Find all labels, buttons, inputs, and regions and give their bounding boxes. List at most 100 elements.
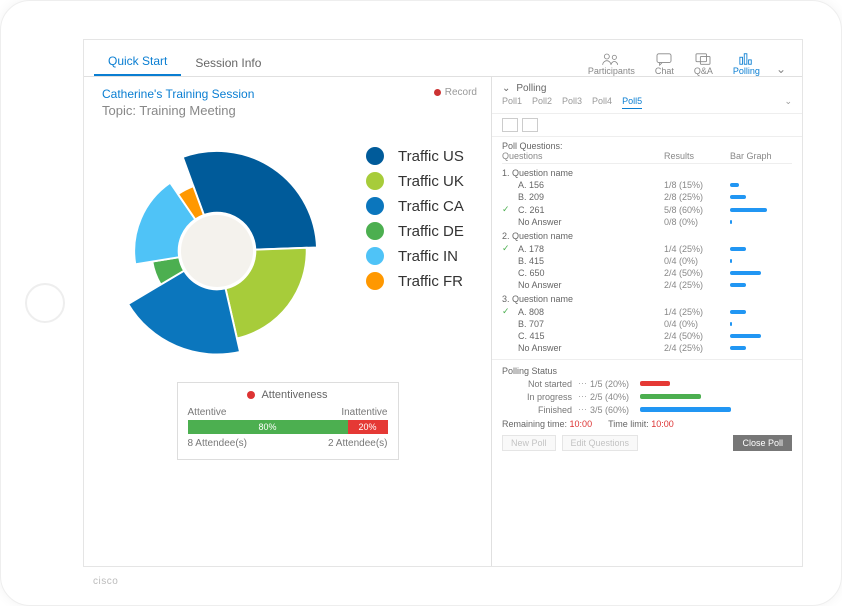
poll-answer-row: A. 1561/8 (15%) <box>502 180 792 190</box>
attentiveness-bar: 80% 20% <box>188 420 388 434</box>
answer-label: No Answer <box>512 280 664 290</box>
attentiveness-panel: Attentiveness AttentiveInattentive 80% 2… <box>177 382 399 460</box>
answer-bar <box>730 220 792 224</box>
status-label: Finished <box>502 405 578 415</box>
screen: Quick Start Session Info Participants Ch… <box>83 39 803 567</box>
tool-chat[interactable]: Chat <box>645 52 684 76</box>
answer-label: A. 178 <box>512 244 664 254</box>
answer-label: No Answer <box>512 217 664 227</box>
answer-check-icon: ✓ <box>502 204 512 215</box>
close-poll-button[interactable]: Close Poll <box>733 435 792 451</box>
poll-answer-row: C. 4152/4 (50%) <box>502 331 792 341</box>
poll-answer-row: ✓A. 1781/4 (25%) <box>502 243 792 254</box>
poll-tab[interactable]: Poll4 <box>592 96 612 109</box>
tab-session-info[interactable]: Session Info <box>181 56 275 76</box>
panel-collapse-icon[interactable]: ⌄ <box>502 83 510 94</box>
home-button[interactable] <box>25 283 65 323</box>
record-button[interactable]: Record <box>434 87 477 98</box>
polling-status: Polling Status Not started⋯1/5 (20%)In p… <box>492 359 802 457</box>
poll-tab[interactable]: Poll1 <box>502 96 522 109</box>
poll-question-title: 2. Question name <box>502 231 792 241</box>
status-row: In progress⋯2/5 (40%) <box>502 391 792 402</box>
answer-label: A. 808 <box>512 307 664 317</box>
answer-result: 0/4 (0%) <box>664 319 730 329</box>
tool-qa[interactable]: Q&A <box>684 52 723 76</box>
answer-label: C. 261 <box>512 205 664 215</box>
poll-answer-row: B. 2092/8 (25%) <box>502 192 792 202</box>
poll-answer-row: No Answer2/4 (25%) <box>502 280 792 290</box>
poll-tab[interactable]: Poll5 <box>622 96 642 109</box>
answer-bar <box>730 195 792 199</box>
poll-tabs: Poll1 Poll2 Poll3 Poll4 Poll5 ⌄ <box>492 96 802 114</box>
poll-question-title: 3. Question name <box>502 294 792 304</box>
status-more-icon[interactable]: ⋯ <box>578 404 590 415</box>
poll-answer-row: No Answer2/4 (25%) <box>502 343 792 353</box>
poll-answer-row: B. 7070/4 (0%) <box>502 319 792 329</box>
status-bar <box>640 407 792 412</box>
status-more-icon[interactable]: ⋯ <box>578 378 590 389</box>
session-topic: Topic: Training Meeting <box>102 103 473 118</box>
poll-tab[interactable]: Poll2 <box>532 96 552 109</box>
answer-check-icon: ✓ <box>502 243 512 254</box>
legend-label: Traffic CA <box>398 198 464 215</box>
legend-item: Traffic US <box>366 147 464 165</box>
polling-status-title: Polling Status <box>502 366 792 376</box>
legend-item: Traffic DE <box>366 222 464 240</box>
tool-polling[interactable]: Polling <box>723 52 770 76</box>
answer-label: B. 209 <box>512 192 664 202</box>
poll-answer-row: ✓C. 2615/8 (60%) <box>502 204 792 215</box>
answer-label: C. 650 <box>512 268 664 278</box>
tab-quick-start[interactable]: Quick Start <box>94 54 181 76</box>
status-label: Not started <box>502 379 578 389</box>
legend-item: Traffic FR <box>366 272 464 290</box>
answer-bar <box>730 208 792 212</box>
answer-result: 2/4 (50%) <box>664 331 730 341</box>
panel-title: Polling <box>516 83 546 94</box>
poll-question-title: 1. Question name <box>502 168 792 178</box>
status-value: 2/5 (40%) <box>590 392 640 402</box>
answer-result: 2/4 (25%) <box>664 343 730 353</box>
legend-item: Traffic UK <box>366 172 464 190</box>
tool-participants[interactable]: Participants <box>578 52 645 76</box>
status-bar <box>640 381 792 386</box>
poll-chart-icon[interactable] <box>522 118 538 132</box>
legend-swatch <box>366 172 384 190</box>
poll-section-label: Poll Questions: <box>502 141 792 151</box>
answer-result: 0/4 (0%) <box>664 256 730 266</box>
poll-answer-row: B. 4150/4 (0%) <box>502 256 792 266</box>
answer-result: 1/4 (25%) <box>664 244 730 254</box>
chart-legend: Traffic US Traffic UK Traffic CA Traffic DE… <box>366 140 464 297</box>
toolbar-chevron[interactable]: ⌄ <box>770 62 792 76</box>
attentiveness-title: Attentiveness <box>188 389 388 401</box>
answer-bar <box>730 334 792 338</box>
status-more-icon[interactable]: ⋯ <box>578 391 590 402</box>
poll-options-icon[interactable] <box>502 118 518 132</box>
answer-bar <box>730 183 792 187</box>
answer-result: 0/8 (0%) <box>664 217 730 227</box>
answer-label: B. 415 <box>512 256 664 266</box>
legend-swatch <box>366 247 384 265</box>
answer-bar <box>730 259 792 263</box>
new-poll-button[interactable]: New Poll <box>502 435 556 451</box>
tablet-frame: Quick Start Session Info Participants Ch… <box>0 0 842 606</box>
answer-result: 2/4 (50%) <box>664 268 730 278</box>
legend-label: Traffic FR <box>398 273 463 290</box>
status-value: 3/5 (60%) <box>590 405 640 415</box>
poll-tab[interactable]: Poll3 <box>562 96 582 109</box>
answer-check-icon: ✓ <box>502 306 512 317</box>
answer-result: 1/8 (15%) <box>664 180 730 190</box>
legend-label: Traffic DE <box>398 223 464 240</box>
legend-swatch <box>366 147 384 165</box>
poll-answer-row: ✓A. 8081/4 (25%) <box>502 306 792 317</box>
poll-tab-more[interactable]: ⌄ <box>784 96 792 109</box>
edit-questions-button[interactable]: Edit Questions <box>562 435 639 451</box>
answer-result: 2/8 (25%) <box>664 192 730 202</box>
answer-label: C. 415 <box>512 331 664 341</box>
answer-label: B. 707 <box>512 319 664 329</box>
legend-swatch <box>366 222 384 240</box>
answer-result: 1/4 (25%) <box>664 307 730 317</box>
answer-bar <box>730 247 792 251</box>
status-bar <box>640 394 792 399</box>
legend-swatch <box>366 272 384 290</box>
topbar: Quick Start Session Info Participants Ch… <box>84 40 802 77</box>
